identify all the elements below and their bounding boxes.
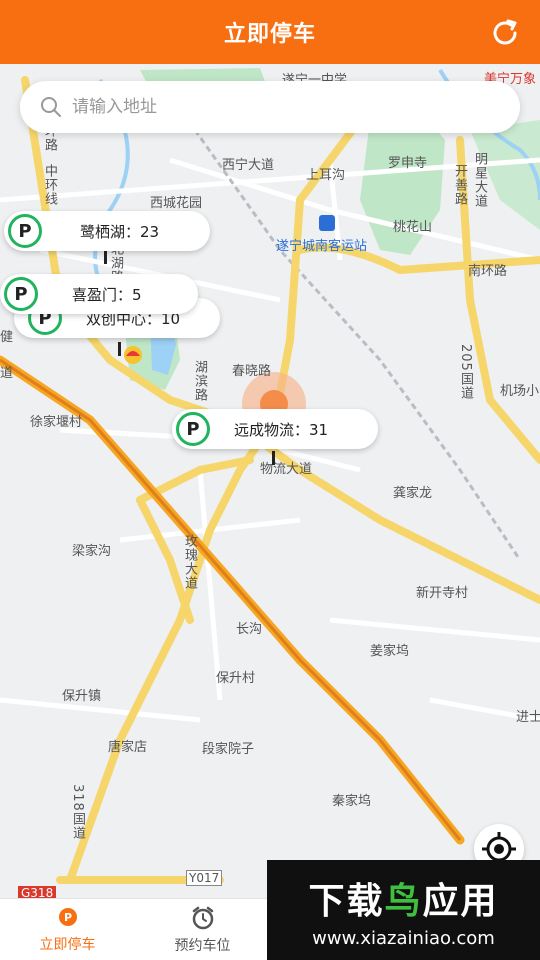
parking-icon: P [8, 214, 42, 248]
map-label: 秦家坞 [332, 794, 372, 809]
parking-icon: P [4, 277, 38, 311]
parking-icon: P [176, 412, 210, 446]
map-label: 机场小 [500, 384, 540, 399]
map-label: 西城花园 [150, 196, 203, 211]
map-label: 玫瑰大道 [182, 534, 197, 590]
parking-pin[interactable]: P 喜盈门：5 [0, 274, 198, 314]
map-label: 明星大道 [472, 152, 487, 208]
map-label: 新开寺村 [416, 586, 469, 601]
map-view[interactable]: 遂宁一中学 西宁大道 罗申寺 明星大道 开善路 上耳沟 西城花园 桃花山 遂宁城… [0, 64, 540, 898]
tab-label: 预约车位 [174, 937, 231, 954]
map-label: 道 [0, 366, 14, 381]
map-label: 南环路 [468, 264, 508, 279]
map-label: 健 [0, 330, 14, 345]
refresh-icon [493, 19, 517, 45]
pin-stem [104, 250, 107, 264]
map-label: 西宁大道 [222, 158, 275, 173]
map-label: 开善路 [452, 164, 467, 206]
watermark-title: 下载鸟应用 [308, 872, 498, 924]
watermark-logo: 下载鸟应用 www.xiazainiao.com [267, 860, 540, 960]
map-label: 罗申寺 [388, 156, 428, 171]
parking-pin-icon: P [58, 907, 77, 926]
svg-text:P: P [63, 911, 71, 924]
map-label: G318 [18, 886, 57, 898]
search-icon [41, 97, 61, 117]
watermark-url: www.xiazainiao.com [312, 927, 495, 949]
map-label: Y017 [186, 870, 223, 886]
map-label: 龚家龙 [393, 486, 433, 501]
map-label: 姜家坞 [370, 644, 410, 659]
map-label: 徐家堰村 [30, 415, 83, 430]
pin-stem [272, 451, 275, 465]
map-label: 205国道 [458, 344, 473, 400]
watermark-title-part: 下载 [308, 880, 385, 922]
parking-pin[interactable]: P 鹭栖湖：23 [4, 211, 210, 251]
pin-stem [118, 342, 121, 356]
map-label: 上耳沟 [306, 168, 346, 183]
refresh-button[interactable] [488, 16, 522, 50]
map-label: 中环线 [42, 164, 57, 206]
map-label: 物流大道 [260, 462, 313, 477]
map-label: 湖滨路 [192, 360, 207, 402]
parking-pin-label: 远成物流：31 [234, 420, 329, 439]
search-bar[interactable] [20, 81, 520, 133]
watermark-title-part: 鸟 [384, 880, 423, 922]
map-label: 唐家店 [108, 740, 148, 755]
map-label: 桃花山 [393, 220, 433, 235]
map-label: 保升镇 [62, 689, 102, 704]
map-label: 春晓路 [232, 364, 272, 379]
parking-pin-label: 喜盈门：5 [72, 285, 142, 304]
tab-reserve-spot[interactable]: 预约车位 [135, 899, 270, 960]
map-label: 318国道 [70, 784, 85, 840]
parking-pin[interactable]: P 远成物流：31 [172, 409, 378, 449]
page-title: 立即停车 [223, 22, 316, 47]
app-header: 立即停车 [0, 0, 540, 64]
tab-label: 立即停车 [39, 936, 96, 953]
search-input[interactable] [72, 97, 492, 117]
tab-park-now[interactable]: P 立即停车 [0, 899, 135, 960]
alarm-clock-icon [192, 906, 213, 929]
map-label: 进士 [516, 710, 540, 725]
parking-pin-label: 鹭栖湖：23 [80, 222, 160, 241]
map-label: 遂宁城南客运站 [276, 239, 368, 254]
map-label: 段家院子 [202, 742, 255, 757]
map-label: 保升村 [216, 671, 256, 686]
map-label: 梁家沟 [72, 544, 112, 559]
watermark-title-part: 应用 [422, 880, 499, 922]
map-label: 长沟 [236, 622, 263, 637]
